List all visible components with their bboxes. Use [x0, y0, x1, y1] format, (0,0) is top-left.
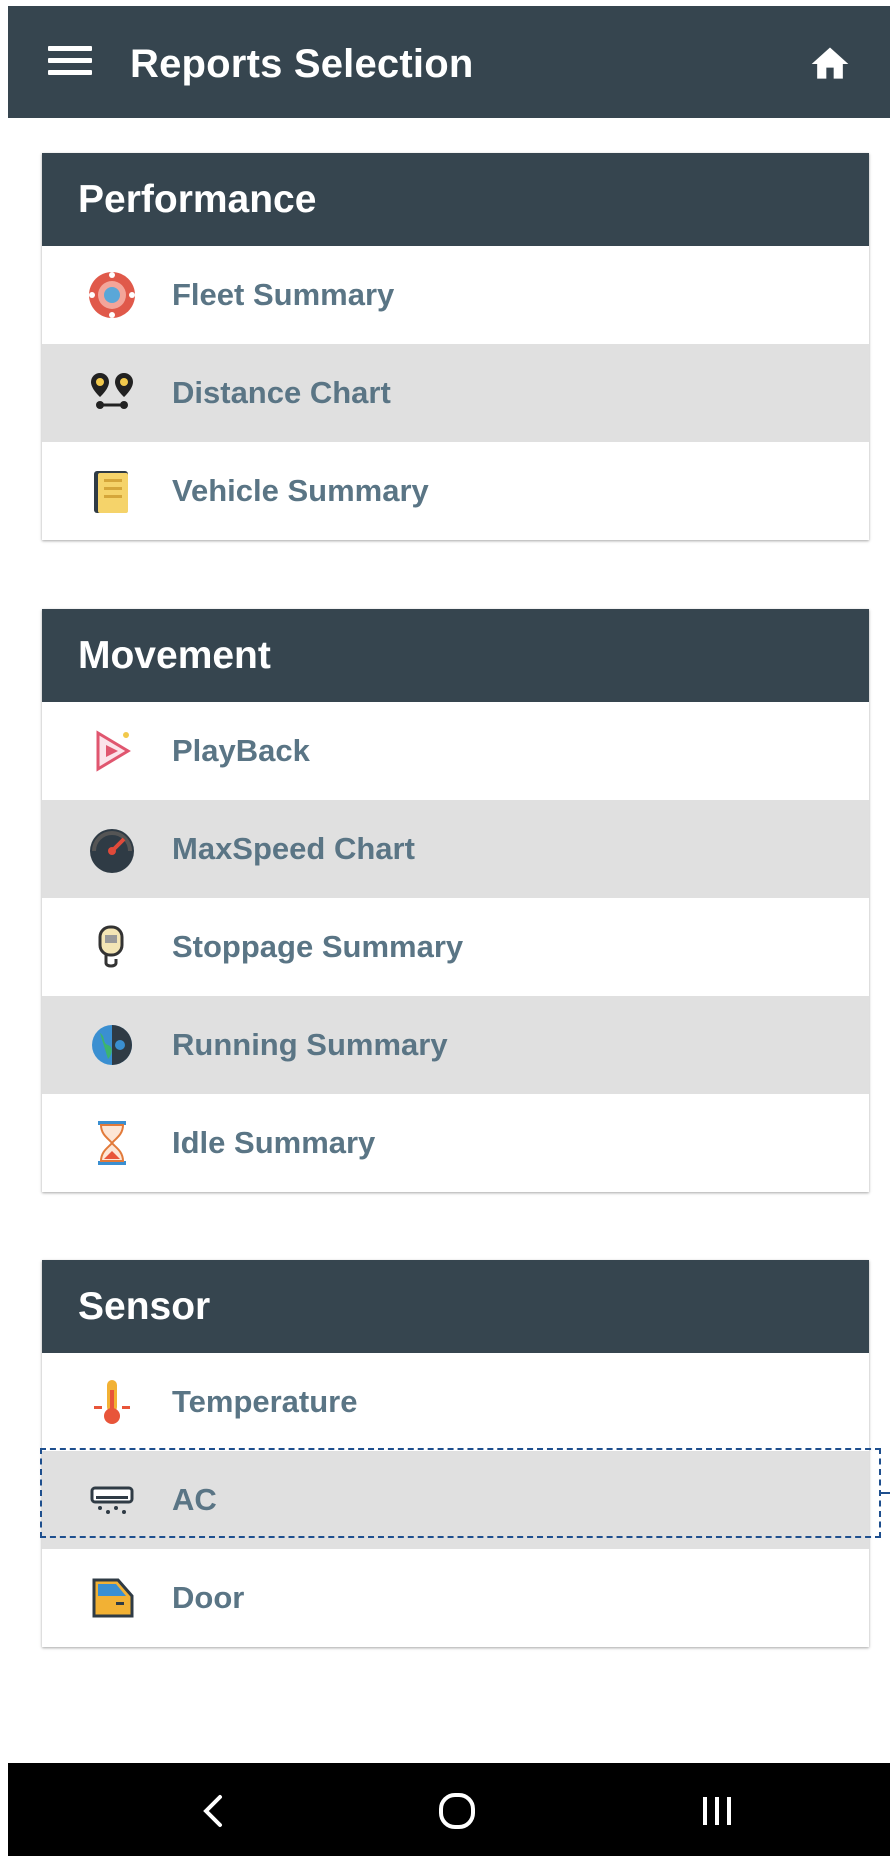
- section-title-performance: Performance: [42, 153, 869, 246]
- report-item-label: Stoppage Summary: [172, 929, 464, 964]
- distance-pins-icon: [84, 365, 140, 421]
- menu-icon[interactable]: [48, 46, 92, 80]
- report-item-fleet-summary[interactable]: Fleet Summary: [42, 246, 869, 344]
- movement-card: Movement PlayBack MaxSpeed Chart Stoppag…: [42, 609, 869, 1192]
- play-icon: [84, 723, 140, 779]
- report-item-label: Fleet Summary: [172, 277, 395, 312]
- door-icon: [84, 1570, 140, 1626]
- report-item-label: AC: [172, 1482, 217, 1517]
- report-item-door[interactable]: Door: [42, 1549, 869, 1647]
- back-icon[interactable]: [186, 1783, 242, 1839]
- report-item-idle-summary[interactable]: Idle Summary: [42, 1094, 869, 1192]
- thermometer-icon: [84, 1374, 140, 1430]
- app-bar: Reports Selection: [8, 6, 890, 118]
- recents-icon[interactable]: [689, 1783, 745, 1839]
- report-item-label: Running Summary: [172, 1027, 448, 1062]
- section-title-movement: Movement: [42, 609, 869, 702]
- report-item-ac[interactable]: AC: [42, 1451, 869, 1549]
- globe-gear-icon: [84, 1017, 140, 1073]
- section-title-sensor: Sensor: [42, 1260, 869, 1353]
- report-item-label: Idle Summary: [172, 1125, 376, 1160]
- report-item-label: Temperature: [172, 1384, 358, 1419]
- report-item-vehicle-summary[interactable]: Vehicle Summary: [42, 442, 869, 540]
- sensor-card: Sensor Temperature AC Door: [42, 1260, 869, 1647]
- report-item-stoppage-summary[interactable]: Stoppage Summary: [42, 898, 869, 996]
- stopwatch-icon: [84, 919, 140, 975]
- report-item-label: Door: [172, 1580, 245, 1615]
- fleet-icon: [84, 267, 140, 323]
- speedometer-icon: [84, 821, 140, 877]
- report-item-label: PlayBack: [172, 733, 310, 768]
- report-item-maxspeed-chart[interactable]: MaxSpeed Chart: [42, 800, 869, 898]
- system-nav-bar: [8, 1763, 890, 1856]
- ac-icon: [84, 1472, 140, 1528]
- home-icon[interactable]: [808, 42, 852, 86]
- report-item-temperature[interactable]: Temperature: [42, 1353, 869, 1451]
- performance-card: Performance Fleet Summary Distance Chart…: [42, 153, 869, 540]
- report-item-running-summary[interactable]: Running Summary: [42, 996, 869, 1094]
- notebook-icon: [84, 463, 140, 519]
- report-item-label: MaxSpeed Chart: [172, 831, 415, 866]
- report-item-playback[interactable]: PlayBack: [42, 702, 869, 800]
- report-item-label: Distance Chart: [172, 375, 391, 410]
- hourglass-icon: [84, 1115, 140, 1171]
- report-item-label: Vehicle Summary: [172, 473, 429, 508]
- home-circle-icon[interactable]: [429, 1783, 485, 1839]
- page-title: Reports Selection: [130, 42, 474, 86]
- report-item-distance-chart[interactable]: Distance Chart: [42, 344, 869, 442]
- selection-highlight-tick: [881, 1492, 890, 1494]
